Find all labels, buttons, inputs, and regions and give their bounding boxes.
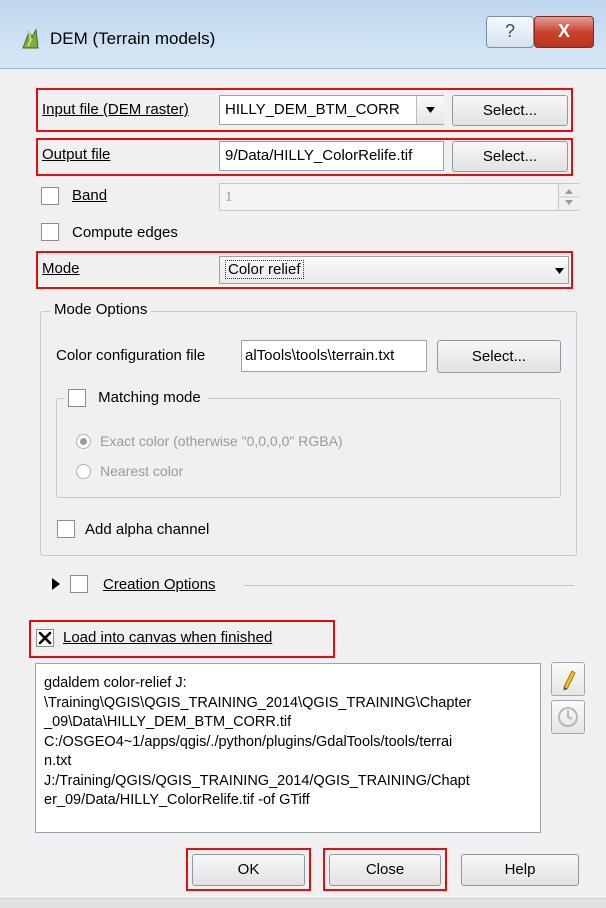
chevron-down-icon: [555, 268, 564, 274]
dialog-window: DEM (Terrain models) ? X Input file (DEM…: [0, 0, 606, 908]
exact-color-label: Exact color (otherwise "0,0,0,0" RGBA): [100, 433, 343, 449]
compute-edges-checkbox[interactable]: [41, 223, 59, 241]
nearest-color-label: Nearest color: [100, 463, 184, 479]
mode-dropdown-arrow[interactable]: [552, 257, 568, 283]
exact-color-radio[interactable]: [76, 434, 91, 449]
expand-arrow-icon: [52, 578, 60, 590]
input-file-label: Input file (DEM raster): [42, 101, 189, 118]
pencil-icon: [563, 670, 576, 691]
input-file-dropdown-arrow[interactable]: [416, 96, 444, 124]
creation-options-label: Creation Options: [103, 576, 216, 593]
output-select-button[interactable]: Select...: [452, 141, 568, 172]
creation-options-checkbox[interactable]: [70, 575, 88, 593]
title-bar: DEM (Terrain models) ? X: [0, 0, 606, 69]
reset-icon: [558, 707, 578, 727]
mode-options-title: Mode Options: [50, 301, 152, 318]
load-canvas-checkbox[interactable]: [36, 629, 54, 647]
command-text-area[interactable]: gdaldem color-relief J: \Training\QGIS\Q…: [35, 663, 541, 833]
matching-mode-header: Matching mode: [64, 389, 207, 408]
chevron-down-icon: [426, 107, 435, 113]
color-config-field[interactable]: alTools\tools\terrain.txt: [241, 340, 427, 372]
spin-up-down-icon: [559, 189, 579, 205]
output-file-value: 9/Data/HILLY_ColorRelife.tif: [225, 147, 413, 164]
help-button[interactable]: Help: [461, 854, 579, 886]
compute-edges-label: Compute edges: [72, 224, 178, 241]
checkmark-icon: [38, 631, 52, 645]
window-title: DEM (Terrain models): [50, 29, 216, 48]
band-value: 1: [225, 189, 233, 205]
window-close-button[interactable]: X: [534, 16, 594, 48]
mode-combo[interactable]: Color relief: [219, 256, 569, 284]
load-canvas-label-text: Load into canvas when finished: [63, 629, 273, 646]
creation-options-divider: [244, 585, 574, 586]
band-label: Band: [72, 187, 107, 204]
add-alpha-checkbox[interactable]: [57, 520, 75, 538]
dem-terrain-icon: [22, 28, 39, 49]
color-config-label: Color configuration file: [56, 347, 206, 364]
band-spin-arrows[interactable]: [558, 184, 579, 210]
color-config-value: alTools\tools\terrain.txt: [245, 347, 395, 364]
band-checkbox[interactable]: [41, 187, 59, 205]
output-file-label: Output file: [42, 146, 110, 163]
nearest-color-radio[interactable]: [76, 464, 91, 479]
creation-options-label-text: Creation Options: [103, 576, 216, 593]
mode-label-text: Mode: [42, 260, 80, 277]
input-select-button[interactable]: Select...: [452, 95, 568, 126]
output-file-label-text: Output file: [42, 146, 111, 163]
radio-selected-dot: [80, 438, 87, 445]
load-canvas-label: Load into canvas when finished: [63, 629, 272, 646]
input-file-combo[interactable]: HILLY_DEM_BTM_CORR: [219, 95, 444, 125]
edit-command-button[interactable]: [551, 662, 585, 696]
close-button[interactable]: Close: [329, 854, 441, 886]
mode-label: Mode: [42, 260, 80, 277]
input-file-label-text: Input file (DEM raster): [42, 101, 189, 118]
output-file-field[interactable]: 9/Data/HILLY_ColorRelife.tif: [219, 141, 444, 171]
matching-mode-label: Matching mode: [98, 389, 201, 406]
color-config-select-button[interactable]: Select...: [437, 340, 561, 373]
band-label-text: Band: [72, 187, 108, 204]
matching-mode-checkbox[interactable]: [68, 389, 86, 408]
window-help-button[interactable]: ?: [486, 16, 534, 48]
ok-button[interactable]: OK: [192, 854, 305, 886]
input-file-value: HILLY_DEM_BTM_CORR: [225, 101, 400, 118]
mode-value: Color relief: [225, 260, 304, 279]
add-alpha-label: Add alpha channel: [85, 521, 210, 538]
reset-command-button[interactable]: [551, 700, 585, 734]
band-spinbox[interactable]: 1: [219, 183, 579, 211]
creation-options-expander[interactable]: [50, 577, 62, 591]
